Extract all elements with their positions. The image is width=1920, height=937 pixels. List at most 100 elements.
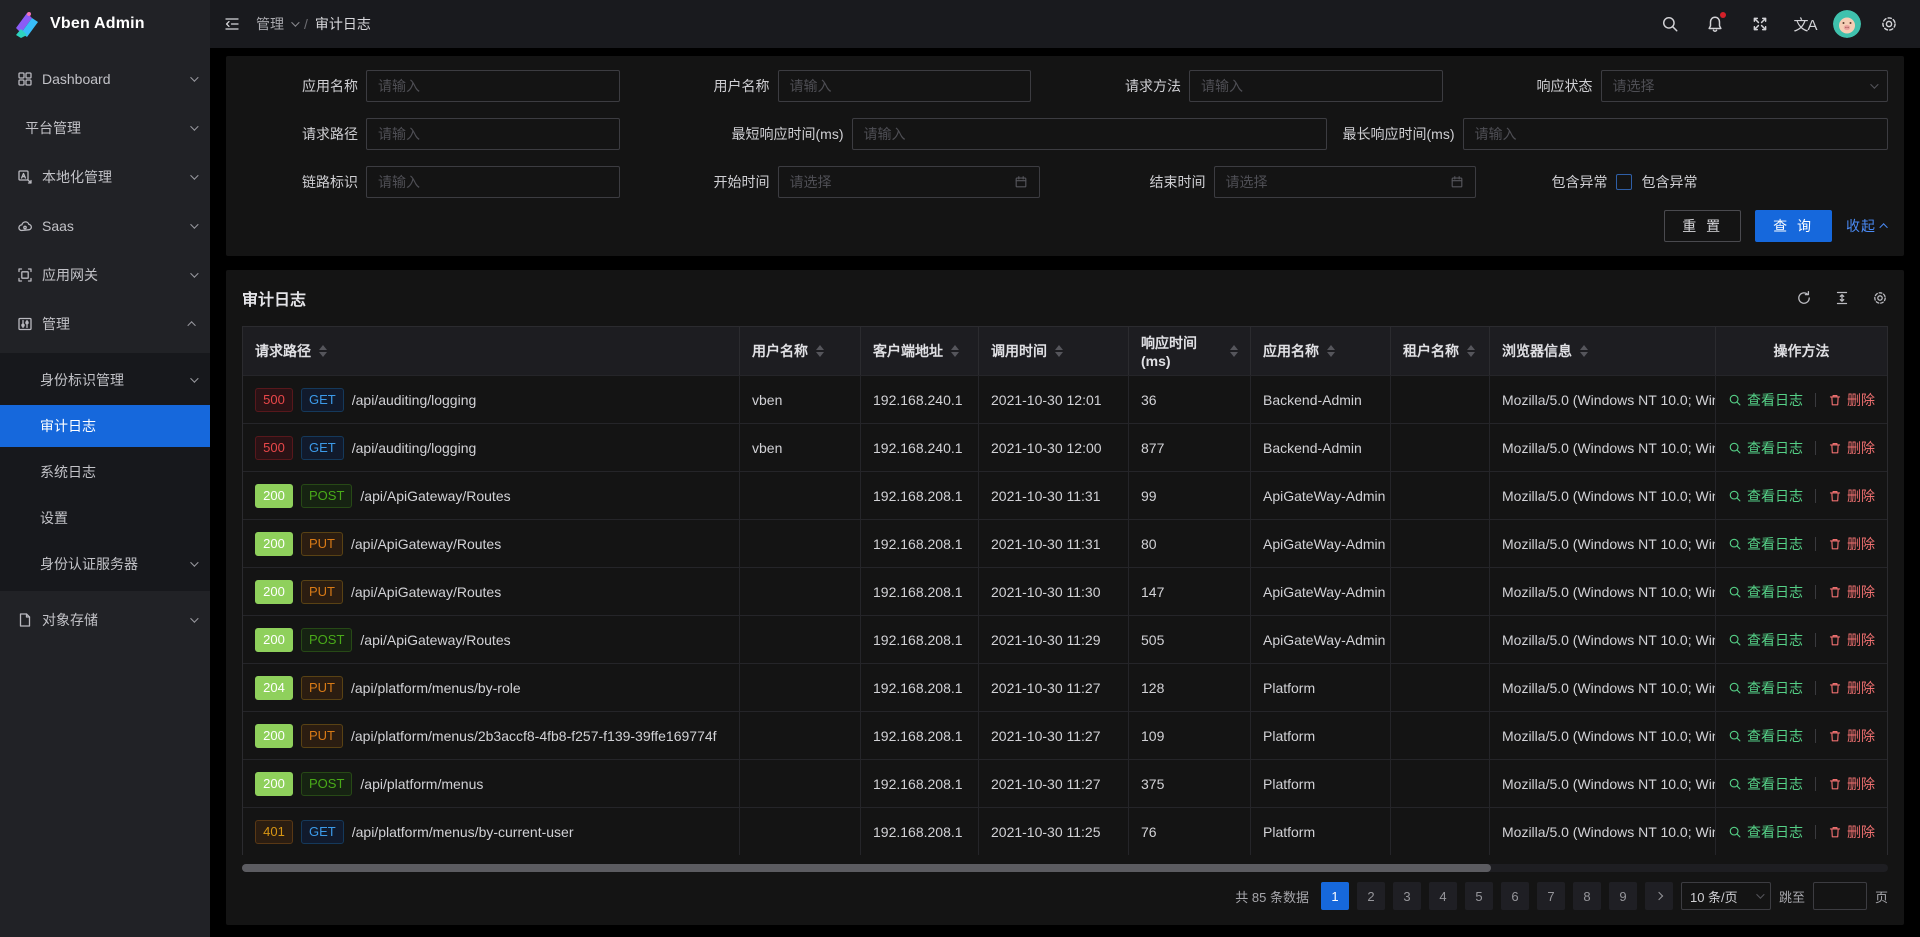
column-header[interactable]: 浏览器信息: [1490, 327, 1716, 375]
global-search-button[interactable]: [1653, 7, 1687, 41]
page-button[interactable]: 3: [1393, 882, 1421, 910]
sidebar-item-platform[interactable]: 平台管理: [0, 108, 210, 148]
table-row[interactable]: 204 PUT /api/platform/menus/by-role 192.…: [243, 663, 1887, 711]
trace-id-input[interactable]: [366, 166, 620, 198]
menu-fold-icon[interactable]: [224, 16, 240, 32]
sort-icon[interactable]: [1467, 345, 1475, 357]
view-log-action[interactable]: 查看日志: [1728, 438, 1803, 458]
delete-action[interactable]: 删除: [1828, 822, 1875, 842]
sidebar-subitem-settings[interactable]: 设置: [0, 497, 210, 539]
breadcrumb-section[interactable]: 管理: [256, 14, 284, 34]
table-row[interactable]: 200 POST /api/platform/menus 192.168.208…: [243, 759, 1887, 807]
sidebar-subitem-identity[interactable]: 身份标识管理: [0, 359, 210, 401]
status-select[interactable]: 请选择: [1601, 70, 1889, 102]
sidebar-subitem-audit-log[interactable]: 审计日志: [0, 405, 210, 447]
fullscreen-button[interactable]: [1743, 7, 1777, 41]
page-size-select[interactable]: 10 条/页: [1681, 882, 1771, 910]
table-row[interactable]: 500 GET /api/auditing/logging vben 192.1…: [243, 423, 1887, 471]
table-row[interactable]: 200 POST /api/ApiGateway/Routes 192.168.…: [243, 471, 1887, 519]
scrollbar-thumb[interactable]: [242, 864, 1491, 872]
column-header[interactable]: 响应时间(ms): [1129, 327, 1251, 375]
delete-action[interactable]: 删除: [1828, 534, 1875, 554]
sort-icon[interactable]: [319, 345, 327, 357]
user-name-input[interactable]: [778, 70, 1032, 102]
next-page-button[interactable]: [1645, 882, 1673, 910]
delete-action[interactable]: 删除: [1828, 726, 1875, 746]
table-row[interactable]: 401 GET /api/platform/menus/by-current-u…: [243, 807, 1887, 855]
sidebar-subitem-system-log[interactable]: 系统日志: [0, 451, 210, 493]
view-log-action[interactable]: 查看日志: [1728, 390, 1803, 410]
view-log-action[interactable]: 查看日志: [1728, 630, 1803, 650]
page-button[interactable]: 8: [1573, 882, 1601, 910]
page-button[interactable]: 4: [1429, 882, 1457, 910]
collapse-link[interactable]: 收起: [1846, 216, 1888, 236]
sort-icon[interactable]: [951, 345, 959, 357]
page-button[interactable]: 9: [1609, 882, 1637, 910]
column-header[interactable]: 调用时间: [979, 327, 1129, 375]
sidebar-item-localization[interactable]: 本地化管理: [0, 157, 210, 197]
sort-icon[interactable]: [1230, 345, 1238, 357]
end-time-picker[interactable]: 请选择: [1214, 166, 1476, 198]
view-log-action[interactable]: 查看日志: [1728, 486, 1803, 506]
page-button[interactable]: 6: [1501, 882, 1529, 910]
has-exception-checkbox[interactable]: [1616, 174, 1632, 190]
column-header[interactable]: 操作方法: [1716, 327, 1887, 375]
table-row[interactable]: 500 GET /api/auditing/logging vben 192.1…: [243, 375, 1887, 423]
sort-icon[interactable]: [1055, 345, 1063, 357]
start-time-picker[interactable]: 请选择: [778, 166, 1040, 198]
request-path-input[interactable]: [366, 118, 620, 150]
sidebar-item-manage[interactable]: 管理: [0, 304, 210, 344]
delete-action[interactable]: 删除: [1828, 774, 1875, 794]
table-row[interactable]: 200 PUT /api/platform/menus/2b3accf8-4fb…: [243, 711, 1887, 759]
reset-button[interactable]: 重 置: [1664, 210, 1741, 242]
delete-action[interactable]: 删除: [1828, 678, 1875, 698]
table-row[interactable]: 200 POST /api/ApiGateway/Routes 192.168.…: [243, 615, 1887, 663]
view-log-action[interactable]: 查看日志: [1728, 726, 1803, 746]
column-header[interactable]: 租户名称: [1391, 327, 1490, 375]
settings-button[interactable]: [1872, 7, 1906, 41]
page-button[interactable]: 7: [1537, 882, 1565, 910]
view-log-action[interactable]: 查看日志: [1728, 774, 1803, 794]
column-header[interactable]: 客户端地址: [861, 327, 979, 375]
translate-icon: 文A: [1793, 14, 1816, 35]
column-header[interactable]: 用户名称: [740, 327, 861, 375]
sort-icon[interactable]: [1580, 345, 1588, 357]
sidebar-item-object-storage[interactable]: 对象存储: [0, 600, 210, 640]
sidebar-subitem-auth-server[interactable]: 身份认证服务器: [0, 543, 210, 585]
page-button[interactable]: 1: [1321, 882, 1349, 910]
view-log-action[interactable]: 查看日志: [1728, 822, 1803, 842]
sort-icon[interactable]: [816, 345, 824, 357]
table-row[interactable]: 200 PUT /api/ApiGateway/Routes 192.168.2…: [243, 519, 1887, 567]
jump-page-input[interactable]: [1813, 882, 1867, 910]
view-log-action[interactable]: 查看日志: [1728, 582, 1803, 602]
column-header[interactable]: 应用名称: [1251, 327, 1391, 375]
avatar[interactable]: [1833, 10, 1861, 38]
query-button[interactable]: 查 询: [1755, 210, 1832, 242]
sidebar-item-dashboard[interactable]: Dashboard: [0, 59, 210, 99]
sidebar-item-saas[interactable]: Saas: [0, 206, 210, 246]
gear-icon[interactable]: [1872, 290, 1888, 306]
horizontal-scrollbar[interactable]: [242, 864, 1888, 872]
sidebar-item-gateway[interactable]: 应用网关: [0, 255, 210, 295]
language-button[interactable]: 文A: [1788, 7, 1822, 41]
view-log-action[interactable]: 查看日志: [1728, 678, 1803, 698]
max-time-input[interactable]: [1463, 118, 1889, 150]
http-method-input[interactable]: [1189, 70, 1443, 102]
refresh-icon[interactable]: [1796, 290, 1812, 306]
page-button[interactable]: 5: [1465, 882, 1493, 910]
delete-action[interactable]: 删除: [1828, 486, 1875, 506]
notifications-button[interactable]: [1698, 7, 1732, 41]
delete-action[interactable]: 删除: [1828, 390, 1875, 410]
min-time-input[interactable]: [852, 118, 1327, 150]
page-button[interactable]: 2: [1357, 882, 1385, 910]
column-header[interactable]: 请求路径: [243, 327, 740, 375]
table-row[interactable]: 200 PUT /api/ApiGateway/Routes 192.168.2…: [243, 567, 1887, 615]
delete-action[interactable]: 删除: [1828, 582, 1875, 602]
delete-action[interactable]: 删除: [1828, 438, 1875, 458]
app-name-input[interactable]: [366, 70, 620, 102]
delete-action[interactable]: 删除: [1828, 630, 1875, 650]
logo[interactable]: Vben Admin: [0, 0, 210, 48]
view-log-action[interactable]: 查看日志: [1728, 534, 1803, 554]
sort-icon[interactable]: [1327, 345, 1335, 357]
row-height-icon[interactable]: [1834, 290, 1850, 306]
